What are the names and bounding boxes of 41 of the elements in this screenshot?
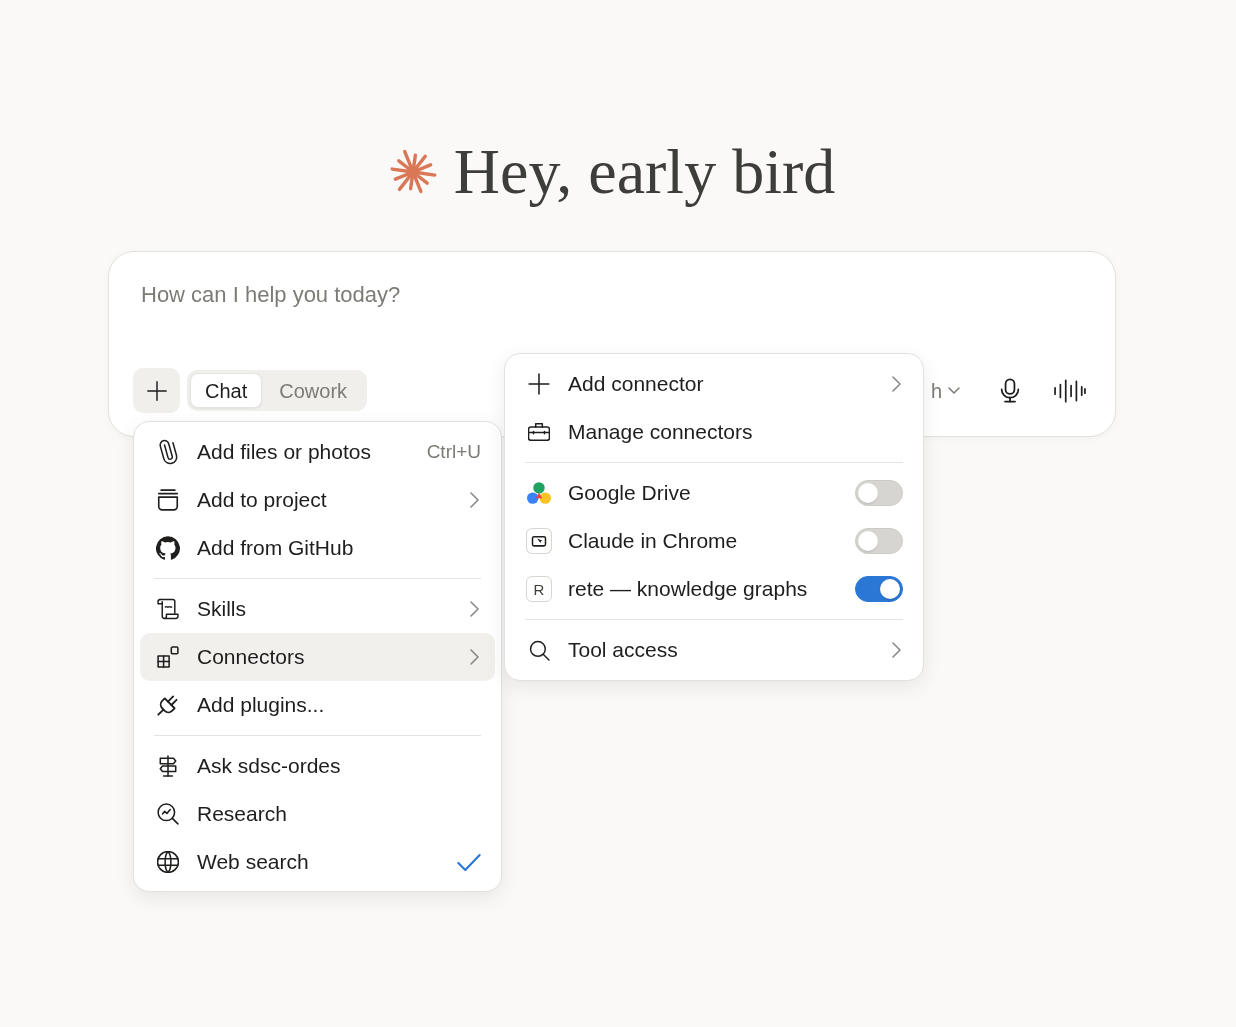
search-icon	[528, 639, 550, 661]
toggle-switch[interactable]	[855, 528, 903, 554]
triangle-logo-icon	[527, 482, 551, 504]
waveform-icon[interactable]	[1054, 378, 1086, 403]
plus-icon	[528, 373, 550, 395]
plus-icon	[145, 379, 168, 402]
menu-item[interactable]: Add connector	[511, 360, 917, 408]
menu-item[interactable]: Tool access	[511, 626, 917, 674]
mode-tab[interactable]: Chat	[190, 373, 263, 408]
toggle-switch[interactable]	[855, 480, 903, 506]
menu-item[interactable]: Skills	[140, 585, 495, 633]
plug-icon	[157, 694, 179, 716]
microphone-icon[interactable]	[1000, 378, 1020, 403]
chevron-down-icon	[948, 387, 960, 394]
cursor-window-icon	[526, 528, 552, 554]
menu-item[interactable]: Add to project	[140, 476, 495, 524]
asterisk-icon	[388, 148, 437, 196]
menu-item[interactable]: Google Drive	[511, 469, 917, 517]
message-input[interactable]: How can I help you today?	[133, 280, 1088, 356]
blocks-icon	[157, 646, 179, 668]
letter-avatar: R	[526, 576, 552, 602]
menu-item[interactable]: Web search	[140, 838, 495, 886]
menu-item[interactable]: Add plugins...	[140, 681, 495, 729]
mode-tab[interactable]: Cowork	[262, 373, 365, 408]
signpost-icon	[157, 755, 179, 777]
menu-item[interactable]: Add from GitHub	[140, 524, 495, 572]
scroll-icon	[157, 598, 179, 620]
tray-icon	[157, 489, 179, 511]
toggle-switch[interactable]	[855, 576, 903, 602]
menu-item[interactable]: Connectors	[140, 633, 495, 681]
toolbox-icon	[528, 421, 550, 443]
menu-item[interactable]: Research	[140, 790, 495, 838]
chart-search-icon	[157, 803, 179, 825]
add-button[interactable]	[133, 368, 180, 413]
menu-item[interactable]: Ask sdsc-ordes	[140, 742, 495, 790]
globe-icon	[157, 851, 179, 873]
shortcut-label: Ctrl+U	[426, 440, 481, 464]
menu-item[interactable]: R rete — knowledge graphs	[511, 565, 917, 613]
github-icon	[156, 536, 180, 560]
menu-item[interactable]: Claude in Chrome	[511, 517, 917, 565]
model-selector[interactable]: h	[930, 378, 960, 403]
